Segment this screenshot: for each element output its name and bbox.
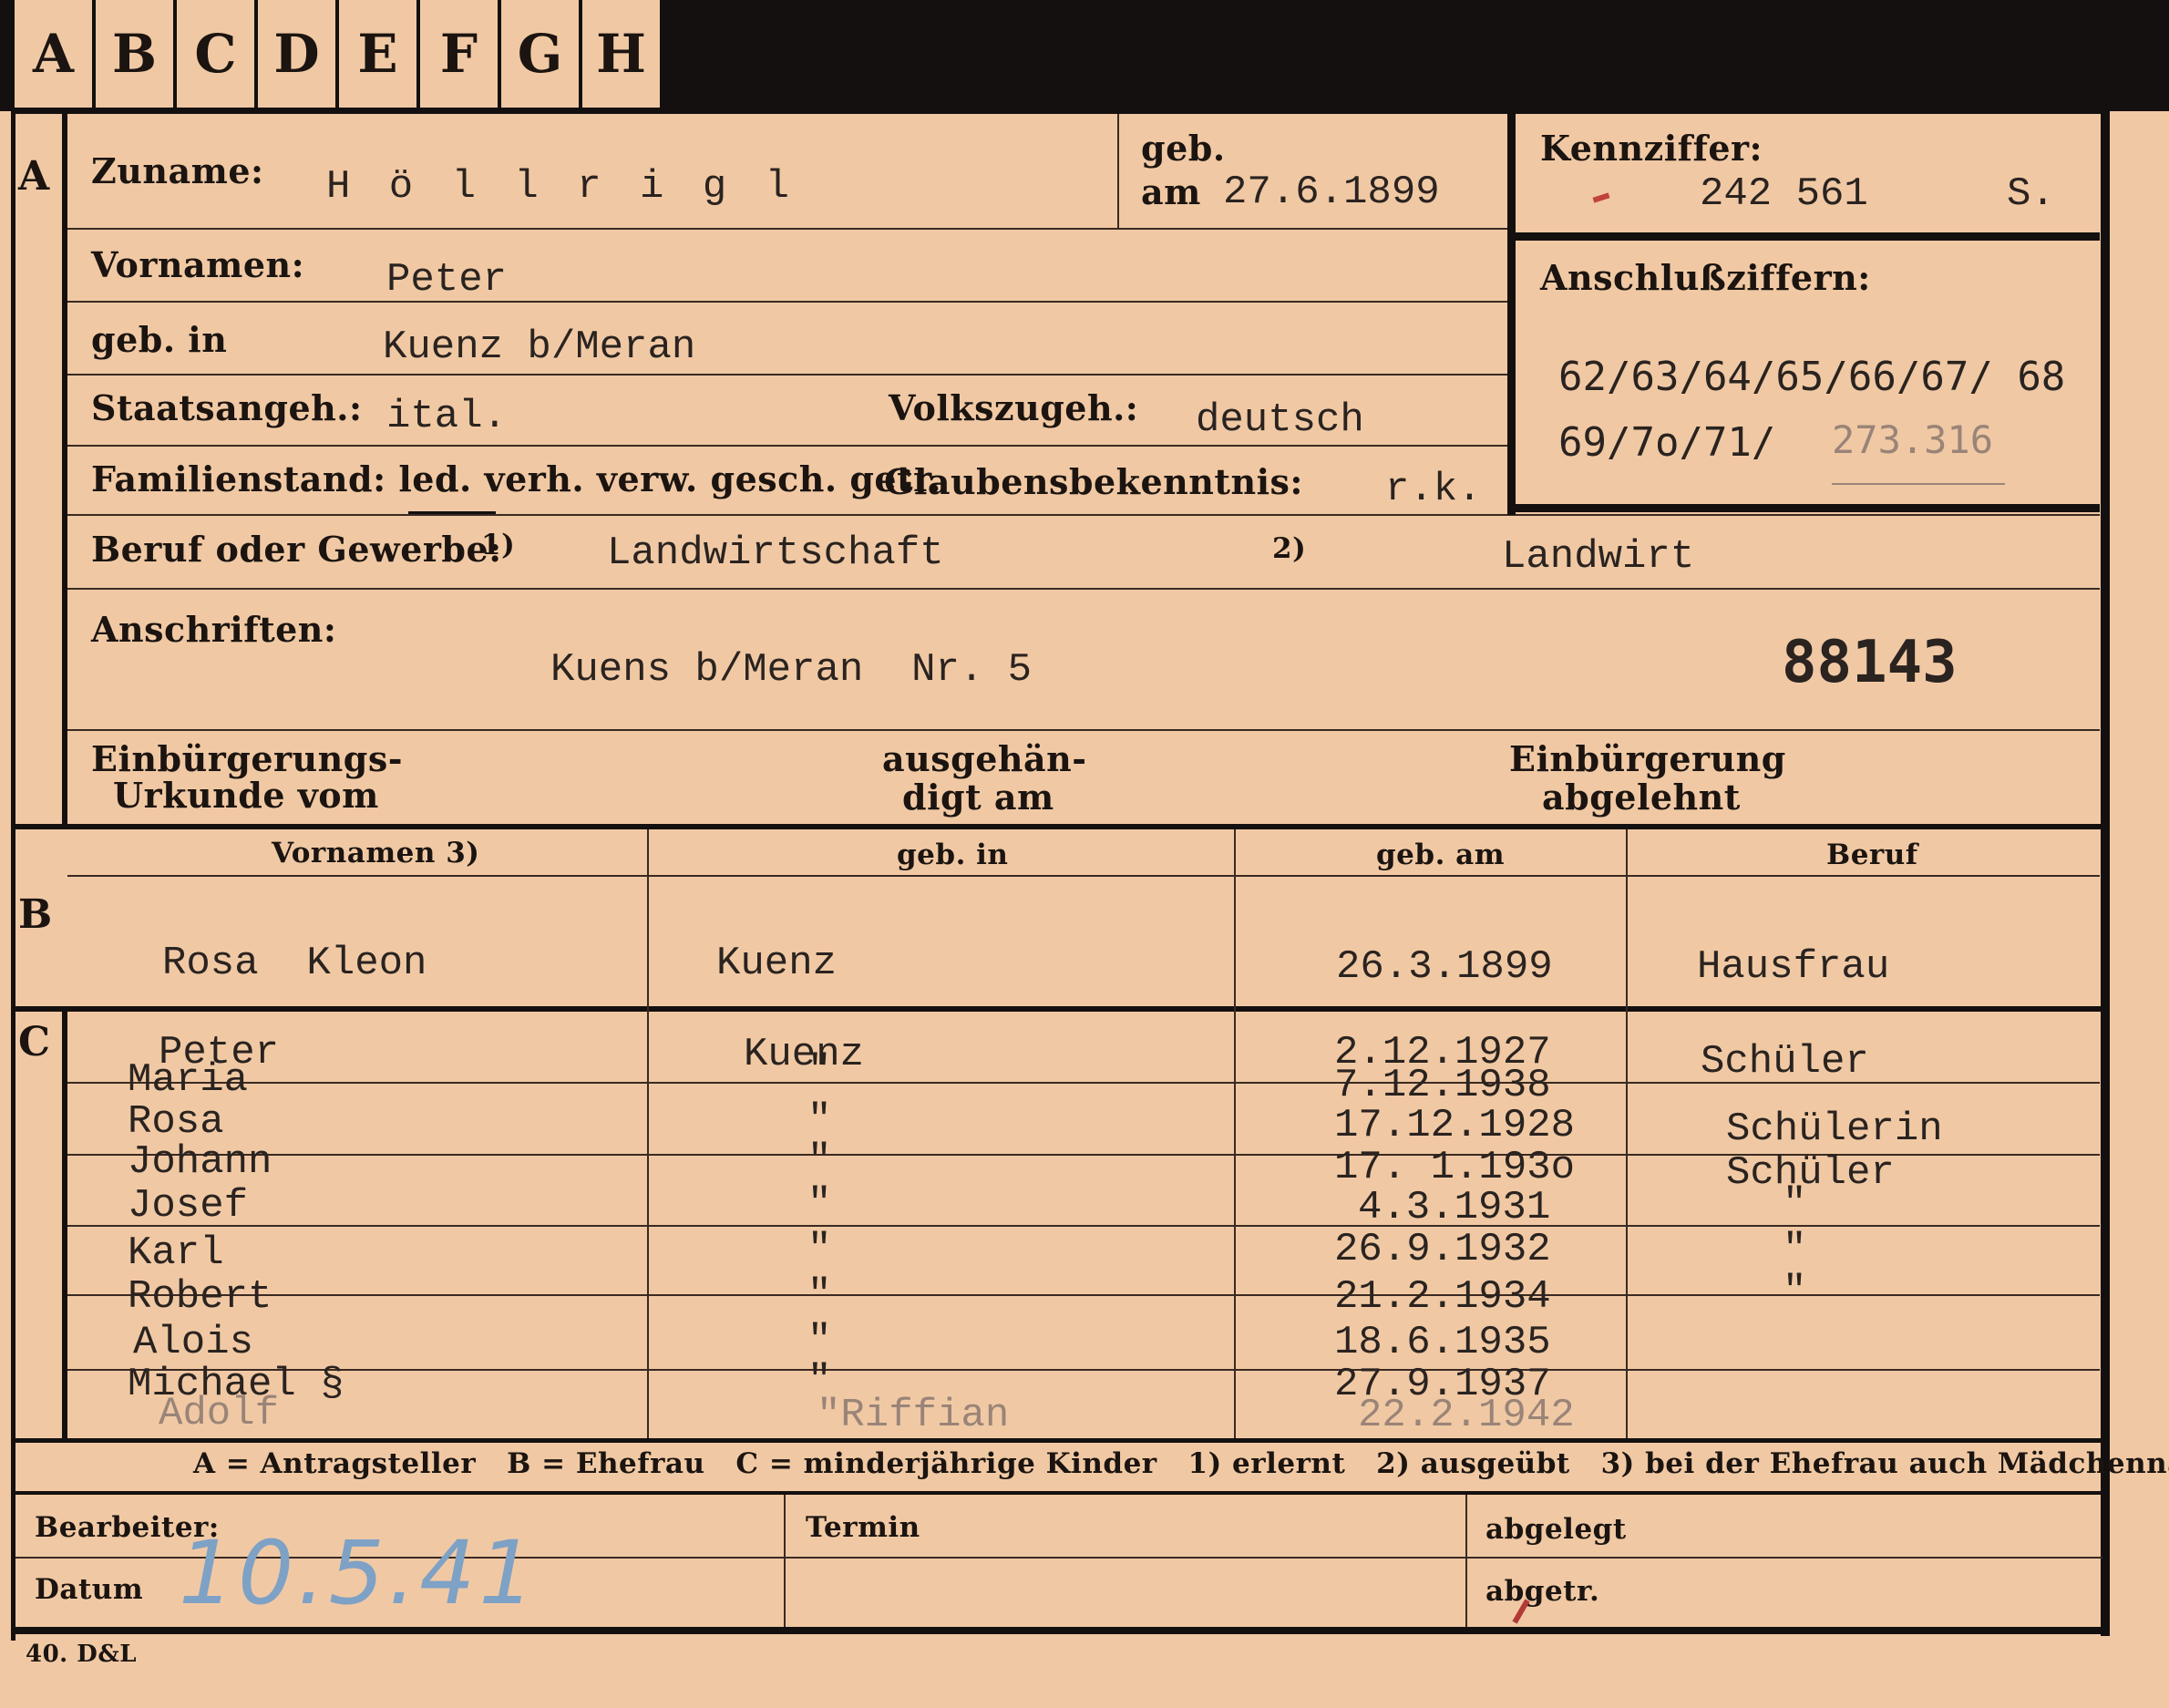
footer-print-mark: 40. D&L bbox=[26, 1641, 138, 1668]
label-naturalization-doc-2: Urkunde vom bbox=[113, 775, 379, 816]
child-2-birthdate: 17.12.1928 bbox=[1334, 1103, 1576, 1148]
col-header-birthdate: geb. am bbox=[1376, 839, 1506, 871]
label-religion: Glaubensbekenntnis: bbox=[884, 461, 1303, 502]
child-4-name: Josef bbox=[128, 1183, 249, 1229]
registration-card: { "tabs": ["A","B","C","D","E","F","G","… bbox=[0, 0, 2169, 1708]
label-handed-1: ausgehän- bbox=[882, 738, 1087, 779]
child-2-name: Rosa bbox=[128, 1099, 224, 1145]
occupation-practiced-value: Landwirt bbox=[1502, 534, 1695, 580]
child-faint-name: Adolf bbox=[159, 1391, 280, 1436]
child-overlay-birthplace: Kuenz bbox=[744, 1032, 865, 1077]
tab-a[interactable]: A bbox=[15, 0, 95, 108]
child-overlay-occupation: Schüler bbox=[1701, 1039, 1869, 1085]
label-naturalization-doc-1: Einbürgerungs- bbox=[91, 738, 404, 779]
label-am: am bbox=[1141, 171, 1201, 212]
label-deadline: Termin bbox=[806, 1511, 920, 1544]
child-4-occupation: " bbox=[1783, 1181, 1807, 1227]
child-5-birthdate: 26.9.1932 bbox=[1334, 1227, 1551, 1272]
birthplace-value: Kuenz b/Meran bbox=[383, 324, 696, 370]
child-3-birthplace: " bbox=[807, 1137, 832, 1183]
anschluss-underline bbox=[1832, 483, 2005, 485]
tab-d[interactable]: D bbox=[258, 0, 338, 108]
handwritten-date: 10.5.41 bbox=[179, 1522, 539, 1624]
label-filed: abgelegt bbox=[1485, 1513, 1627, 1546]
occupation-note-1: 1) bbox=[481, 529, 516, 561]
tab-b[interactable]: B bbox=[96, 0, 176, 108]
legend: A = Antragsteller B = Ehefrau C = minder… bbox=[193, 1447, 2169, 1480]
wife-birthdate: 26.3.1899 bbox=[1336, 944, 1553, 990]
label-surname: Zuname: bbox=[91, 150, 264, 191]
child-6-occupation: " bbox=[1783, 1269, 1807, 1314]
col-header-firstnames: Vornamen 3) bbox=[272, 837, 480, 869]
child-6-name: Robert bbox=[128, 1274, 272, 1320]
label-date: Datum bbox=[35, 1573, 144, 1606]
red-tick-mark bbox=[1592, 192, 1610, 203]
child-6-birthdate: 21.2.1934 bbox=[1334, 1274, 1551, 1320]
child-2-occupation: Schülerin bbox=[1726, 1106, 1943, 1152]
label-removed: abgetr. bbox=[1485, 1575, 1600, 1608]
child-7-birthplace: " bbox=[807, 1318, 832, 1363]
label-occupation: Beruf oder Gewerbe: bbox=[91, 529, 502, 570]
tab-f[interactable]: F bbox=[420, 0, 500, 108]
child-5-name: Karl bbox=[128, 1230, 224, 1276]
child-1-name: Maria bbox=[128, 1057, 249, 1103]
label-marital-status: Familienstand: led. verh. verw. gesch. g… bbox=[91, 458, 941, 499]
label-ethnicity: Volkszugeh.: bbox=[889, 387, 1139, 428]
label-anschluss: Anschlußziffern: bbox=[1540, 257, 1871, 298]
wife-occupation: Hausfrau bbox=[1697, 944, 1890, 990]
surname-value: H ö l l r i g l bbox=[326, 164, 797, 210]
tab-h[interactable]: H bbox=[582, 0, 663, 108]
occupation-note-2: 2) bbox=[1272, 532, 1307, 565]
birth-date-value: 27.6.1899 bbox=[1223, 170, 1440, 215]
index-tabs: A B C D E F G H bbox=[15, 0, 663, 108]
anschluss-line2: 69/7o/71/ bbox=[1558, 419, 1776, 466]
wife-name: Rosa Kleon bbox=[162, 941, 427, 986]
label-firstnames: Vornamen: bbox=[91, 244, 305, 285]
col-header-birthplace: geb. in bbox=[897, 839, 1009, 871]
wife-birthplace: Kuenz bbox=[716, 941, 838, 986]
section-a-letter: A bbox=[18, 153, 50, 200]
child-1-birthplace: " bbox=[807, 1048, 832, 1094]
marital-underline-verh bbox=[408, 511, 496, 514]
ethnicity-value: deutsch bbox=[1196, 397, 1364, 443]
child-2-birthplace: " bbox=[807, 1097, 832, 1143]
child-3-occupation: Schüler bbox=[1726, 1150, 1895, 1196]
child-5-occupation: " bbox=[1783, 1227, 1807, 1272]
col-header-occupation: Beruf bbox=[1826, 839, 1918, 871]
kennziffer-value: 242 561 bbox=[1700, 171, 1868, 217]
tab-c[interactable]: C bbox=[177, 0, 257, 108]
child-7-name: Alois bbox=[133, 1320, 254, 1365]
label-geb: geb. bbox=[1141, 128, 1226, 169]
label-nationality: Staatsangeh.: bbox=[91, 387, 363, 428]
occupation-learned-value: Landwirtschaft bbox=[607, 530, 944, 576]
label-kennziffer: Kennziffer: bbox=[1540, 128, 1763, 169]
label-birthplace: geb. in bbox=[91, 319, 228, 360]
label-rejected-1: Einbürgerung bbox=[1509, 738, 1786, 779]
child-3-birthdate: 17. 1.193o bbox=[1334, 1145, 1576, 1190]
label-handed-2: digt am bbox=[902, 777, 1054, 818]
religion-value: r.k. bbox=[1385, 467, 1482, 512]
label-rejected-2: abgelehnt bbox=[1542, 777, 1741, 818]
firstname-value: Peter bbox=[386, 257, 508, 303]
section-c-letter: C bbox=[18, 1019, 51, 1065]
address-value: Kuens b/Meran Nr. 5 bbox=[550, 647, 1033, 693]
child-5-birthplace: " bbox=[807, 1227, 832, 1272]
tab-g[interactable]: G bbox=[501, 0, 581, 108]
section-b-letter: B bbox=[18, 891, 53, 938]
anschluss-faint: 273.316 bbox=[1832, 417, 1994, 462]
child-6-birthplace: " bbox=[807, 1272, 832, 1318]
child-4-birthdate: 4.3.1931 bbox=[1358, 1185, 1551, 1230]
child-7-birthdate: 18.6.1935 bbox=[1334, 1320, 1551, 1365]
anschluss-line1: 62/63/64/65/66/67/ 68 bbox=[1558, 354, 2066, 400]
label-addresses: Anschriften: bbox=[91, 609, 337, 650]
child-3-name: Johann bbox=[128, 1139, 272, 1185]
tab-e[interactable]: E bbox=[339, 0, 419, 108]
kennziffer-suffix: S. bbox=[2007, 171, 2055, 217]
nationality-value: ital. bbox=[386, 394, 508, 439]
card-number: 88143 bbox=[1782, 629, 1958, 696]
child-4-birthplace: " bbox=[807, 1181, 832, 1227]
child-1-birthdate: 7.12.1938 bbox=[1334, 1063, 1551, 1108]
child-faint-birthplace: "Riffian bbox=[817, 1393, 1010, 1438]
child-faint-birthdate: 22.2.1942 bbox=[1358, 1393, 1575, 1438]
